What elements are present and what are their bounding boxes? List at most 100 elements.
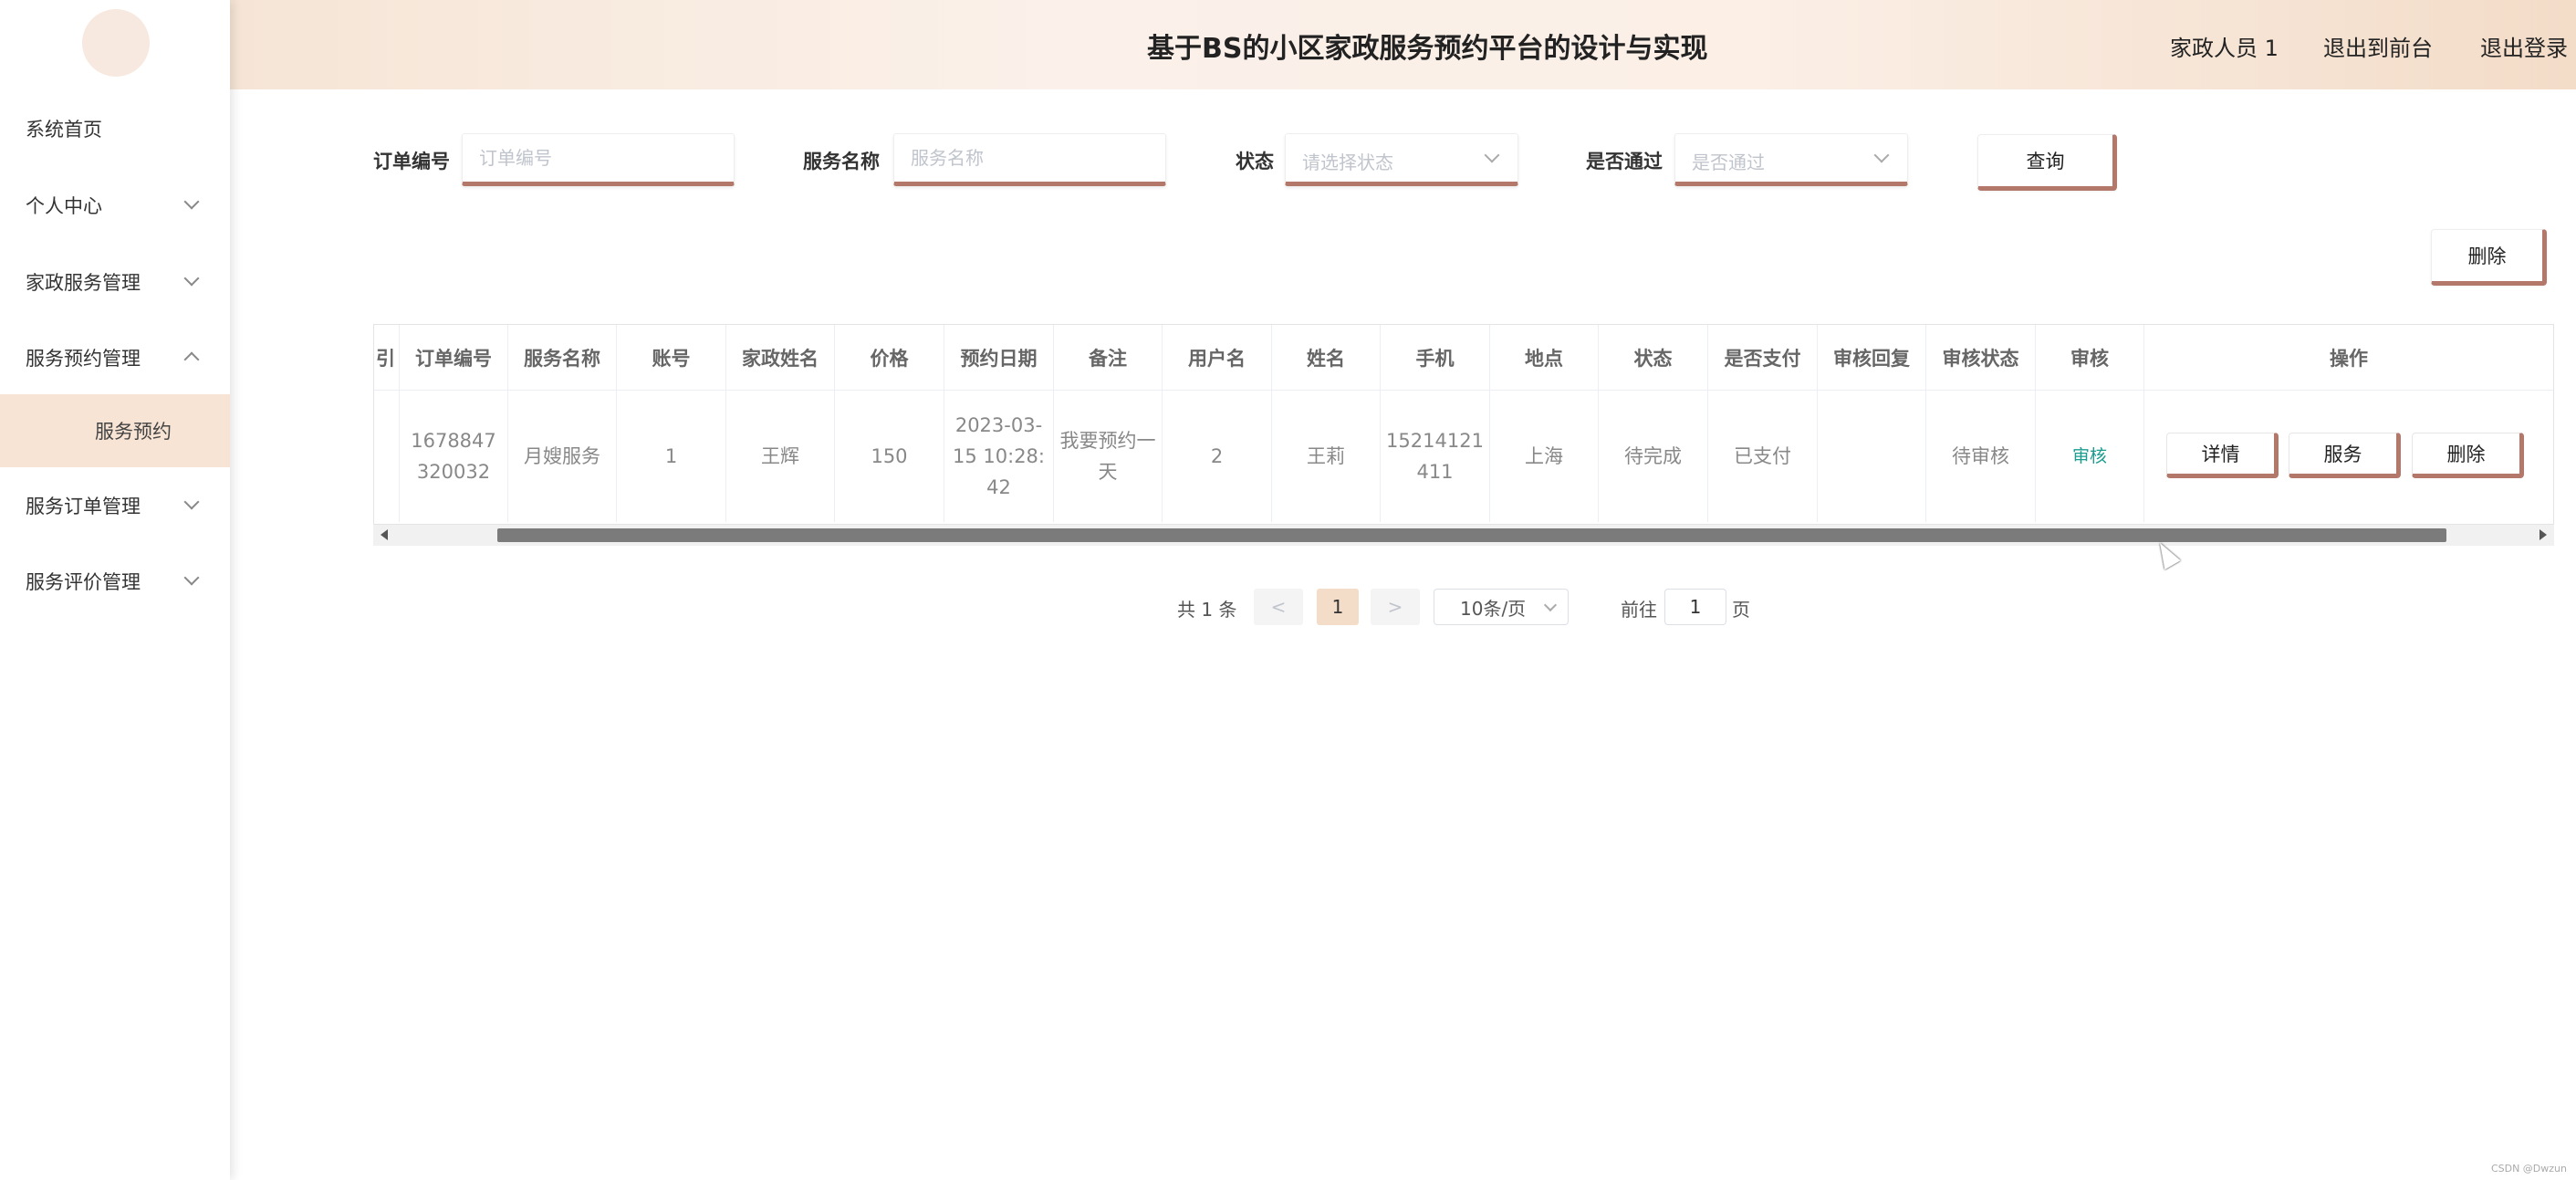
column-header: 审核状态: [1926, 325, 2036, 391]
table-cell: 我要预约一天: [1054, 391, 1163, 522]
next-page-button[interactable]: >: [1371, 589, 1420, 625]
audit-link[interactable]: 审核: [2036, 391, 2144, 522]
column-header: 状态: [1599, 325, 1708, 391]
column-header: 备注: [1054, 325, 1163, 391]
sidebar-item-label: 服务评价管理: [26, 571, 141, 593]
table-cell: 待完成: [1599, 391, 1708, 522]
column-header: 姓名: [1272, 325, 1381, 391]
current-user: 家政人员 1: [2170, 36, 2279, 61]
sidebar-item-label: 服务预约管理: [26, 348, 141, 370]
watermark: CSDN @Dwzun: [2490, 1163, 2567, 1175]
column-header: 地点: [1490, 325, 1599, 391]
sidebar: 系统首页 个人中心 家政服务管理 服务预约管理 服务预约 服务订单管理 服务评价…: [0, 0, 230, 1180]
logout-link[interactable]: 退出登录: [2480, 30, 2568, 62]
column-header: 价格: [835, 325, 944, 391]
worker-name-cell: 王辉: [761, 445, 799, 467]
column-header: 审核回复: [1818, 325, 1926, 391]
horizontal-scrollbar[interactable]: [373, 524, 2554, 546]
page-size-select[interactable]: 10条/页: [1434, 589, 1569, 625]
account-cell: 1: [664, 445, 678, 467]
table-cell: [374, 391, 400, 522]
exit-to-front-link[interactable]: 退出到前台: [2323, 30, 2433, 62]
order-no-input[interactable]: [462, 133, 735, 186]
table-cell: 王辉: [726, 391, 835, 522]
price-cell: 150: [871, 445, 908, 467]
sidebar-item-label: 家政服务管理: [26, 272, 141, 294]
service-name-label: 服务名称: [803, 151, 880, 172]
delete-row-button[interactable]: 删除: [2412, 433, 2524, 478]
location-cell: 上海: [1525, 445, 1563, 467]
sidebar-item-order-management[interactable]: 服务订单管理: [0, 467, 230, 544]
prev-page-button[interactable]: <: [1254, 589, 1303, 625]
sidebar-item-home[interactable]: 系统首页: [0, 90, 230, 167]
top-header: 基于BS的小区家政服务预约平台的设计与实现 家政人员 1 退出到前台 退出登录: [230, 0, 2576, 89]
chevron-up-icon: [183, 351, 200, 368]
sidebar-item-label: 服务订单管理: [26, 496, 141, 517]
column-header: 服务名称: [508, 325, 617, 391]
column-header: 是否支付: [1708, 325, 1818, 391]
goto-prefix: 前往: [1621, 599, 1657, 621]
table-row: 1678847320032: [400, 391, 508, 522]
order-no-label: 订单编号: [373, 151, 450, 172]
service-name-cell: 月嫂服务: [524, 445, 600, 467]
column-header: 手机: [1381, 325, 1490, 391]
goto-page-input[interactable]: 1: [1664, 589, 1726, 625]
status-cell: 待完成: [1624, 445, 1682, 467]
scroll-left-icon[interactable]: [381, 529, 388, 540]
sidebar-item-personal-center[interactable]: 个人中心: [0, 167, 230, 244]
sidebar-item-booking[interactable]: 服务预约: [0, 394, 230, 467]
batch-delete-button[interactable]: 删除: [2431, 229, 2547, 286]
table-cell: 王莉: [1272, 391, 1381, 522]
page-title: 基于BS的小区家政服务预约平台的设计与实现: [1147, 33, 1708, 65]
table-cell: 2023-03-15 10:28:42: [944, 391, 1054, 522]
column-header: 订单编号: [400, 325, 508, 391]
sidebar-item-review-management[interactable]: 服务评价管理: [0, 543, 230, 620]
query-button[interactable]: 查询: [1977, 134, 2117, 191]
column-header: 用户名: [1163, 325, 1272, 391]
column-header: 引: [374, 325, 400, 391]
page-number-button[interactable]: 1: [1317, 589, 1359, 625]
passed-select-placeholder: 是否通过: [1692, 151, 1765, 173]
goto-suffix: 页: [1732, 599, 1750, 621]
scrollbar-thumb[interactable]: [497, 528, 2446, 542]
sidebar-item-booking-management[interactable]: 服务预约管理: [0, 319, 230, 396]
passed-select[interactable]: 是否通过: [1674, 133, 1908, 186]
status-select-placeholder: 请选择状态: [1302, 151, 1393, 173]
chevron-down-icon: [183, 270, 200, 287]
status-label: 状态: [1236, 151, 1274, 172]
total-count: 共 1 条: [1177, 599, 1237, 621]
chevron-down-icon: [183, 193, 200, 210]
table-cell: 月嫂服务: [508, 391, 617, 522]
detail-button[interactable]: 详情: [2166, 433, 2279, 478]
phone-cell: 15214121411: [1386, 430, 1484, 483]
table-cell: 150: [835, 391, 944, 522]
sidebar-item-label: 服务预约: [95, 421, 172, 443]
remark-cell: 我要预约一天: [1059, 430, 1156, 483]
chevron-down-icon: [183, 494, 200, 510]
column-header: 操作: [2144, 325, 2553, 391]
audit-status-cell: 待审核: [1952, 445, 2009, 467]
chevron-down-icon: [183, 569, 200, 586]
scroll-right-icon[interactable]: [2539, 529, 2547, 540]
chevron-down-icon: [1873, 147, 1890, 163]
column-header: 预约日期: [944, 325, 1054, 391]
paid-cell: 已支付: [1734, 445, 1791, 467]
sidebar-item-label: 个人中心: [26, 195, 102, 217]
status-select[interactable]: 请选择状态: [1285, 133, 1518, 186]
order-no-cell: 1678847320032: [411, 430, 496, 483]
sidebar-item-label: 系统首页: [26, 119, 102, 141]
username-cell: 2: [1210, 445, 1224, 467]
page-size-value: 10条/页: [1460, 597, 1527, 620]
passed-label: 是否通过: [1586, 151, 1663, 172]
chevron-down-icon: [1484, 147, 1500, 163]
sidebar-item-housekeeping-service[interactable]: 家政服务管理: [0, 244, 230, 320]
service-button[interactable]: 服务: [2289, 433, 2401, 478]
service-name-input[interactable]: [893, 133, 1166, 186]
table-cell: 2: [1163, 391, 1272, 522]
table-cell: 待审核: [1926, 391, 2036, 522]
table-cell: 已支付: [1708, 391, 1818, 522]
column-header: 家政姓名: [726, 325, 835, 391]
logo-avatar: [82, 9, 150, 77]
column-header: 账号: [617, 325, 726, 391]
date-cell: 2023-03-15 10:28:42: [953, 414, 1045, 498]
